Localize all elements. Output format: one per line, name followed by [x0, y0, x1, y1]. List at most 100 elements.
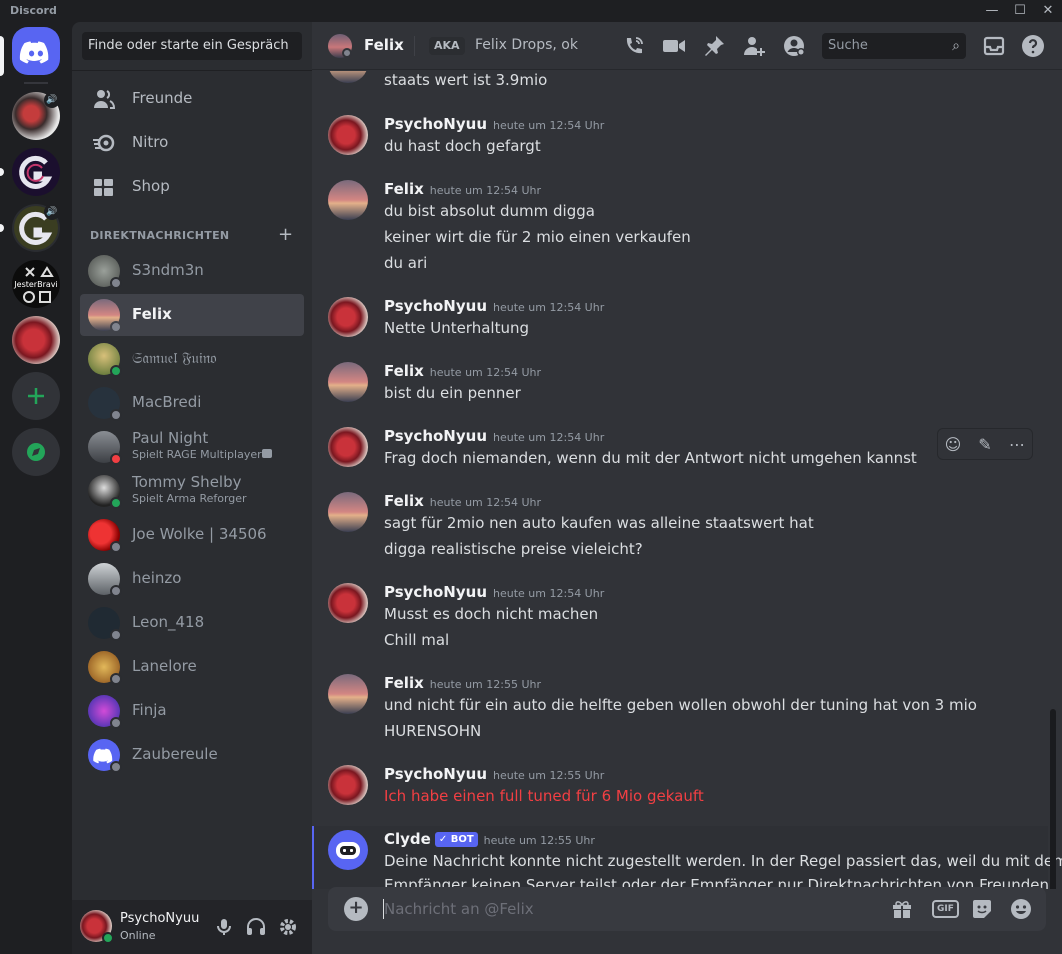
dm-item-joe-wolke[interactable]: Joe Wolke | 34506: [80, 514, 304, 556]
microphone-icon[interactable]: [213, 916, 235, 938]
add-server-button[interactable]: [12, 372, 60, 420]
direct-messages-button[interactable]: [12, 27, 60, 75]
avatar[interactable]: [328, 180, 368, 220]
minimize-button[interactable]: —: [978, 0, 1006, 22]
avatar[interactable]: [328, 765, 368, 805]
dm-name: MacBredi: [132, 393, 202, 411]
dm-item-zaubereule[interactable]: Zaubereule: [80, 734, 304, 776]
message-author[interactable]: PsychoNyuu heute um 12:54 Uhr: [384, 297, 604, 315]
more-options-icon[interactable]: ⋯: [1006, 434, 1028, 456]
maximize-button[interactable]: ☐: [1006, 0, 1034, 22]
find-conversation-button[interactable]: Finde oder starte ein Gespräch: [82, 32, 302, 60]
nav-friends[interactable]: Freunde: [80, 78, 304, 120]
status-indicator: [110, 761, 122, 773]
svg-text:JesterBravi: JesterBravi: [13, 280, 57, 289]
avatar[interactable]: [328, 674, 368, 714]
voice-call-icon[interactable]: [622, 34, 646, 58]
status-indicator: [110, 717, 122, 729]
g-logo-icon: [19, 155, 53, 189]
explore-servers-button[interactable]: [12, 428, 60, 476]
friends-icon: [92, 88, 116, 110]
avatar[interactable]: [328, 362, 368, 402]
dm-name: Zaubereule: [132, 745, 218, 763]
avatar[interactable]: [328, 115, 368, 155]
server-icon-4[interactable]: JesterBravi: [12, 260, 60, 308]
message-line: du ari: [384, 254, 428, 272]
voice-speaker-icon: 🔊: [44, 92, 60, 108]
dm-item-heinzo[interactable]: heinzo: [80, 558, 304, 600]
message-line: Nette Unterhaltung: [384, 319, 529, 337]
nav-label: Nitro: [132, 133, 169, 151]
user-profile-icon[interactable]: [782, 34, 806, 58]
gift-icon[interactable]: [890, 897, 914, 921]
headphones-icon[interactable]: [245, 916, 267, 938]
dm-item-samuel-fuino[interactable]: 𝔖𝔞𝔪𝔲𝔢𝔩 𝔉𝔲𝔦𝔫𝔬: [80, 338, 304, 380]
settings-gear-icon[interactable]: [277, 916, 299, 938]
message-author[interactable]: Felix heute um 12:54 Uhr: [384, 492, 541, 510]
add-reaction-icon[interactable]: ☺: [942, 434, 964, 456]
nav-shop[interactable]: Shop: [80, 166, 304, 208]
message-timestamp: heute um 12:55 Uhr: [493, 769, 605, 782]
add-friend-to-dm-icon[interactable]: [742, 34, 766, 58]
dm-item-felix[interactable]: Felix: [80, 294, 304, 336]
scrollbar[interactable]: [1050, 709, 1056, 889]
aka-names[interactable]: Felix Drops, ok: [475, 37, 578, 53]
avatar[interactable]: [328, 583, 368, 623]
message-author[interactable]: Felix heute um 12:54 Uhr: [384, 362, 541, 380]
status-indicator: [110, 497, 122, 509]
message-search-input[interactable]: Suche ⌕: [822, 33, 966, 59]
user-panel: PsychoNyuu Online: [72, 900, 312, 954]
message-timestamp: heute um 12:55 Uhr: [429, 678, 541, 691]
user-status-indicator: [102, 932, 114, 944]
message-author[interactable]: PsychoNyuu heute um 12:54 Uhr: [384, 427, 604, 445]
avatar[interactable]: [328, 71, 368, 83]
message-line: und nicht für ein auto die helfte geben …: [384, 696, 977, 714]
upload-plus-icon[interactable]: +: [344, 897, 368, 921]
avatar[interactable]: [328, 427, 368, 467]
message-line: du hast doch gefargt: [384, 137, 541, 155]
server-icon-5[interactable]: [12, 316, 60, 364]
dm-activity: Spielt RAGE Multiplayer: [132, 448, 262, 461]
message-author[interactable]: PsychoNyuu heute um 12:55 Uhr: [384, 765, 604, 783]
avatar[interactable]: [328, 492, 368, 532]
clyde-avatar[interactable]: [328, 830, 368, 870]
dm-name: Joe Wolke | 34506: [132, 525, 267, 543]
message-hover-toolbar: ☺ ✎ ⋯: [937, 428, 1033, 460]
edit-pencil-icon[interactable]: ✎: [974, 434, 996, 456]
shop-icon: [92, 176, 116, 198]
inbox-icon[interactable]: [982, 34, 1006, 58]
compass-icon: [27, 443, 45, 461]
server-icon-2[interactable]: [12, 148, 60, 196]
message-input[interactable]: Nachricht an @Felix: [384, 900, 534, 918]
dm-item-finja[interactable]: Finja: [80, 690, 304, 732]
message-line: sagt für 2mio nen auto kaufen was allein…: [384, 514, 814, 532]
status-indicator: [110, 409, 122, 421]
close-button[interactable]: ✕: [1034, 0, 1062, 22]
message-author[interactable]: Felix heute um 12:54 Uhr: [384, 180, 541, 198]
gif-button[interactable]: GIF: [932, 900, 959, 918]
help-icon[interactable]: [1021, 34, 1045, 58]
message-timestamp: heute um 12:54 Uhr: [429, 184, 541, 197]
channel-title[interactable]: Felix: [364, 36, 404, 54]
message-composer[interactable]: + Nachricht an @Felix GIF: [328, 887, 1046, 931]
nav-nitro[interactable]: Nitro: [80, 122, 304, 164]
dm-item-lanelore[interactable]: Lanelore: [80, 646, 304, 688]
avatar[interactable]: [328, 297, 368, 337]
message-author[interactable]: Clyde ✓ BOT heute um 12:55 Uhr: [384, 830, 595, 848]
message-line: Deine Nachricht konnte nicht zugestellt …: [384, 852, 1062, 870]
dm-item-s3ndm3n[interactable]: S3ndm3n: [80, 250, 304, 292]
dm-item-leon-418[interactable]: Leon_418: [80, 602, 304, 644]
message-author[interactable]: PsychoNyuu heute um 12:54 Uhr: [384, 583, 604, 601]
emoji-icon[interactable]: [1009, 897, 1033, 921]
video-call-icon[interactable]: [662, 34, 686, 58]
create-dm-button[interactable]: +: [278, 224, 293, 245]
dm-item-macbredi[interactable]: MacBredi: [80, 382, 304, 424]
nitro-icon: [92, 132, 116, 154]
message-author[interactable]: PsychoNyuu heute um 12:54 Uhr: [384, 115, 604, 133]
sticker-icon[interactable]: [970, 897, 994, 921]
dm-item-tommy-shelby[interactable]: Tommy Shelby Spielt Arma Reforger: [80, 470, 304, 512]
dm-item-paul-night[interactable]: Paul Night Spielt RAGE Multiplayer: [80, 426, 304, 468]
dm-name: Lanelore: [132, 657, 197, 675]
message-author[interactable]: Felix heute um 12:55 Uhr: [384, 674, 541, 692]
pin-icon[interactable]: [702, 34, 726, 58]
